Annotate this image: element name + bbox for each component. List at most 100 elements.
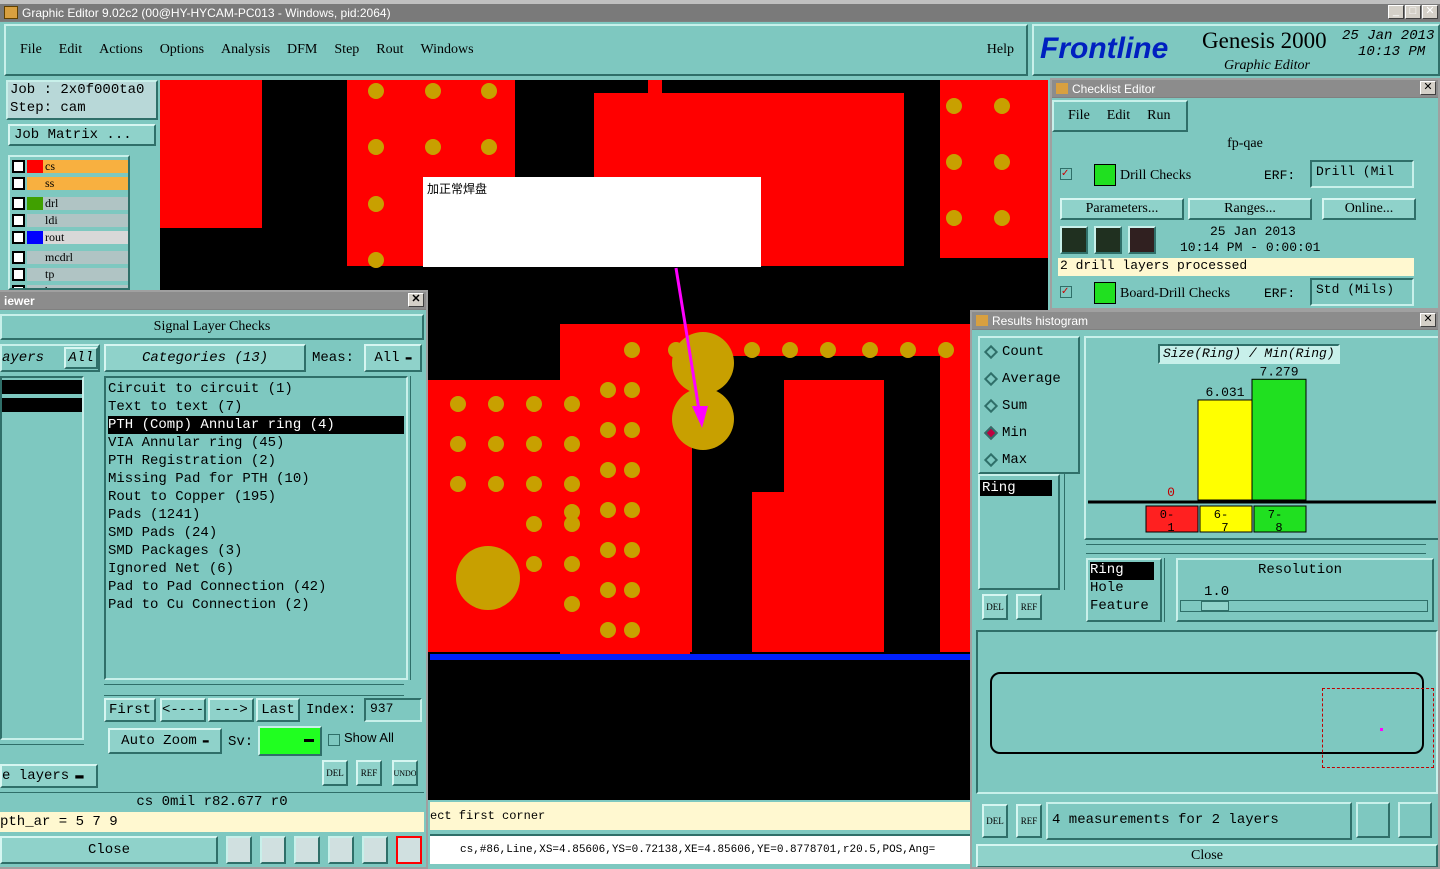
index-input[interactable]: 937: [364, 698, 422, 722]
layer-checkbox[interactable]: [12, 231, 25, 244]
overview-panel[interactable]: [976, 630, 1438, 794]
checklist-menu-file[interactable]: File: [1068, 108, 1090, 124]
tool-icon-2[interactable]: [260, 836, 286, 864]
prev-button[interactable]: <----: [160, 698, 206, 722]
sv-color-dropdown[interactable]: ▬: [258, 726, 322, 756]
parameters-button[interactable]: Parameters...: [1060, 198, 1184, 220]
layer-checkbox[interactable]: [12, 177, 25, 190]
export-icon-2[interactable]: [1398, 802, 1432, 838]
histogram-bar[interactable]: [1197, 399, 1253, 501]
layer-row-tp[interactable]: tp: [12, 267, 128, 282]
menu-step[interactable]: Step: [334, 42, 359, 58]
mode-radio-max[interactable]: Max: [983, 452, 1027, 468]
check-row-1[interactable]: ✓ Drill Checks ERF: Drill (Mil: [1056, 160, 1436, 192]
undo-icon[interactable]: UNDO: [392, 760, 418, 786]
layer-checkbox[interactable]: [12, 197, 25, 210]
category-item[interactable]: VIA Annular ring (45): [108, 434, 404, 452]
menu-rout[interactable]: Rout: [376, 42, 403, 58]
resolution-slider[interactable]: [1180, 600, 1428, 612]
category-item[interactable]: Missing Pad for PTH (10): [108, 470, 404, 488]
maximize-button[interactable]: □: [1405, 5, 1421, 19]
check2-checkbox[interactable]: ✓: [1060, 286, 1072, 298]
last-button[interactable]: Last: [256, 698, 300, 722]
layers-mode-dropdown[interactable]: e layers ▬: [0, 764, 98, 788]
category-item[interactable]: SMD Packages (3): [108, 542, 404, 560]
histogram-hscroll[interactable]: [1086, 544, 1426, 554]
run-icon-2[interactable]: [1094, 226, 1122, 254]
viewer-close-icon[interactable]: ✕: [408, 293, 424, 307]
categories-vscroll[interactable]: [410, 376, 424, 680]
item-list[interactable]: Ring: [978, 474, 1060, 590]
category-item[interactable]: SMD Pads (24): [108, 524, 404, 542]
menu-analysis[interactable]: Analysis: [221, 42, 270, 58]
erf1-field[interactable]: Drill (Mil: [1310, 160, 1414, 188]
category-item[interactable]: Text to text (7): [108, 398, 404, 416]
checklist-menu-run[interactable]: Run: [1147, 108, 1170, 124]
item-list-selected[interactable]: Ring: [980, 480, 1052, 496]
hist-ref-icon[interactable]: REF: [1016, 594, 1042, 620]
layer-checkbox[interactable]: [12, 268, 25, 281]
category-item[interactable]: Ignored Net (6): [108, 560, 404, 578]
ref-icon[interactable]: REF: [356, 760, 382, 786]
layer-row-rout[interactable]: rout: [12, 230, 128, 245]
categories-hscroll[interactable]: [104, 684, 404, 696]
categories-header[interactable]: Categories (13): [104, 344, 306, 372]
check-row-2[interactable]: ✓ Board-Drill Checks ERF: Std (Mils): [1056, 278, 1436, 308]
checklist-close-icon[interactable]: ✕: [1420, 81, 1436, 95]
categories-listbox[interactable]: Circuit to circuit (1) Text to text (7) PT…: [104, 376, 408, 680]
histogram-close-button[interactable]: Close: [976, 844, 1438, 867]
mode-radio-min[interactable]: Min: [983, 425, 1027, 441]
layer-row-ldi[interactable]: ldi: [12, 213, 128, 228]
tool-icon-3[interactable]: [294, 836, 320, 864]
minimize-button[interactable]: _: [1388, 5, 1404, 19]
layers-all-button[interactable]: All: [64, 347, 98, 369]
online-button[interactable]: Online...: [1322, 198, 1416, 220]
histogram-close-icon[interactable]: ✕: [1420, 313, 1436, 327]
category-item[interactable]: Rout to Copper (195): [108, 488, 404, 506]
tool-icon-4[interactable]: [328, 836, 354, 864]
erf2-field[interactable]: Std (Mils): [1310, 278, 1414, 306]
next-button[interactable]: --->: [208, 698, 254, 722]
hist-del-icon[interactable]: DEL: [982, 594, 1008, 620]
menu-help[interactable]: Help: [987, 42, 1014, 58]
category-item[interactable]: Pad to Pad Connection (42): [108, 578, 404, 596]
layer-checkbox[interactable]: [12, 160, 25, 173]
tool-icon-5[interactable]: [362, 836, 388, 864]
mode-radio-count[interactable]: Count: [983, 344, 1044, 360]
menu-options[interactable]: Options: [160, 42, 204, 58]
overview-ref-icon[interactable]: REF: [1016, 804, 1042, 838]
measure-item[interactable]: Hole: [1090, 580, 1158, 598]
layer-row-mcdrl[interactable]: mcdrl: [12, 250, 128, 265]
ranges-button[interactable]: Ranges...: [1188, 198, 1312, 220]
category-item[interactable]: Circuit to circuit (1): [108, 380, 404, 398]
mode-radio-average[interactable]: Average: [983, 371, 1061, 387]
layer-checkbox[interactable]: [12, 214, 25, 227]
histogram-bar[interactable]: [1251, 378, 1307, 501]
measure-list[interactable]: Ring Hole Feature: [1086, 558, 1162, 622]
layers-listbox[interactable]: [0, 376, 84, 740]
checklist-menu-edit[interactable]: Edit: [1107, 108, 1130, 124]
measure-item[interactable]: Feature: [1090, 598, 1158, 616]
menu-edit[interactable]: Edit: [59, 42, 82, 58]
run-icon-3[interactable]: [1128, 226, 1156, 254]
show-all-checkbox[interactable]: [328, 734, 340, 746]
layer-row-cs[interactable]: cs: [12, 159, 128, 174]
del-icon[interactable]: DEL: [322, 760, 348, 786]
meas-dropdown[interactable]: All ▬: [364, 344, 422, 372]
export-icon-1[interactable]: [1356, 802, 1390, 838]
layer-checkbox[interactable]: [12, 251, 25, 264]
auto-zoom-dropdown[interactable]: Auto Zoom ▬: [108, 728, 222, 754]
tool-icon-1[interactable]: [226, 836, 252, 864]
category-item[interactable]: Pads (1241): [108, 506, 404, 524]
overview-del-icon[interactable]: DEL: [982, 804, 1008, 838]
histogram-icon[interactable]: [396, 836, 422, 864]
category-item[interactable]: Pad to Cu Connection (2): [108, 596, 404, 614]
menu-dfm[interactable]: DFM: [287, 42, 317, 58]
layer-row-drl[interactable]: drl: [12, 196, 128, 211]
measure-item[interactable]: Ring: [1090, 562, 1154, 580]
menu-actions[interactable]: Actions: [99, 42, 143, 58]
viewer-close-button[interactable]: Close: [0, 836, 218, 864]
job-matrix-button[interactable]: Job Matrix ...: [8, 124, 156, 146]
category-item[interactable]: PTH (Comp) Annular ring (4): [108, 416, 404, 434]
check1-checkbox[interactable]: ✓: [1060, 168, 1072, 180]
